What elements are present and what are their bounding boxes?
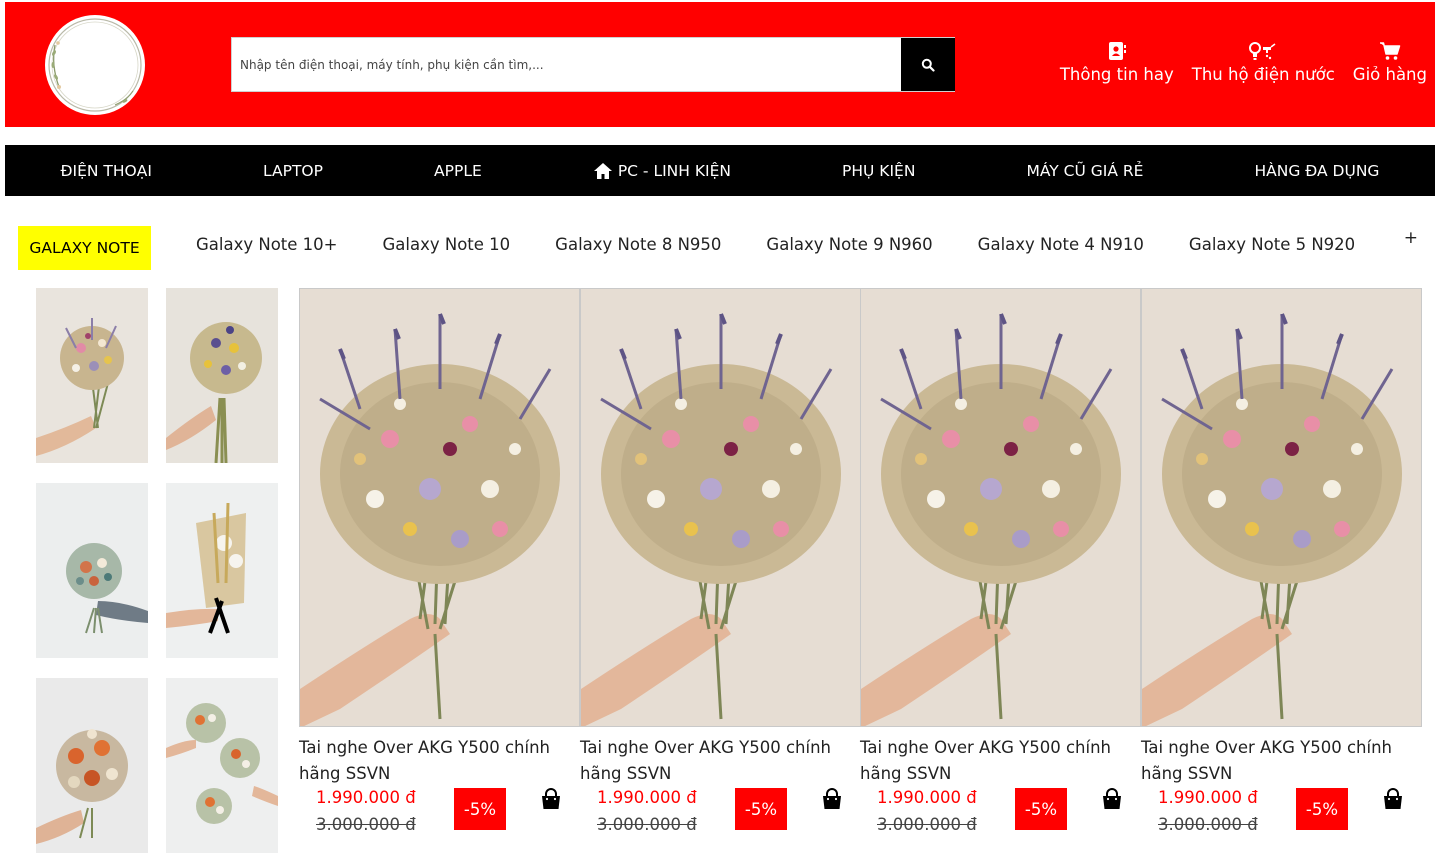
add-to-cart-button[interactable] [540,788,564,812]
flower-bouquet-image [1142,289,1421,726]
product-old-price: 3.000.000 đ [316,815,416,834]
shopping-bag-icon [542,788,560,809]
flower-bouquet-image [300,289,579,726]
product-price: 1.990.000 đ [877,788,977,807]
thumbnail-image[interactable] [36,678,148,853]
nav-item-label: ĐIỆN THOẠI [60,161,152,180]
floral-wreath-logo-icon [48,18,142,112]
product-image[interactable] [1141,288,1422,727]
flower-bouquet-image [36,483,148,658]
flower-bouquet-image [166,678,278,853]
thumbnail-image[interactable] [166,288,278,463]
product-image[interactable] [580,288,861,727]
header-link-cart-label: Giỏ hàng [1352,65,1427,84]
discount-badge: -5% [735,788,787,830]
subcategory-list: Galaxy Note 10+ Galaxy Note 10 Galaxy No… [196,226,1355,262]
search-icon [921,58,935,72]
search-box [231,37,955,92]
shopping-bag-icon [1103,788,1121,809]
subcategory-more-button[interactable]: + [1404,228,1418,248]
main-nav: ĐIỆN THOẠI LAPTOP APPLE PC - LINH KIỆN P… [5,145,1435,196]
add-to-cart-button[interactable] [821,788,845,812]
search-input[interactable] [232,38,901,91]
nav-item-label: PHỤ KIỆN [842,161,916,180]
home-icon [593,162,612,179]
header-links: Thông tin hay Thu hộ điện nước Giỏ hàng [1060,40,1427,84]
flower-bouquet-image [581,289,860,726]
subcategory-item[interactable]: Galaxy Note 10 [383,235,511,254]
product-price: 1.990.000 đ [316,788,416,807]
product-image[interactable] [860,288,1141,727]
flower-bouquet-image [166,483,278,658]
subcategory-item[interactable]: Galaxy Note 9 N960 [766,235,932,254]
thumbnail-image[interactable] [36,288,148,463]
product-name[interactable]: Tai nghe Over AKG Y500 chính hãng SSVN [1141,735,1416,787]
product-card[interactable]: Tai nghe Over AKG Y500 chính hãng SSVN 1… [580,288,861,848]
subcategory-item[interactable]: Galaxy Note 10+ [196,235,338,254]
flower-bouquet-image [36,678,148,853]
product-name[interactable]: Tai nghe Over AKG Y500 chính hãng SSVN [860,735,1135,787]
add-to-cart-button[interactable] [1101,788,1125,812]
subcategory-item[interactable]: Galaxy Note 5 N920 [1189,235,1355,254]
header-link-utility[interactable]: Thu hộ điện nước [1192,40,1335,84]
nav-item-label: PC - LINH KIỆN [617,161,731,180]
search-button[interactable] [901,38,955,91]
nav-item-accessories[interactable]: PHỤ KIỆN [842,162,915,180]
category-title: GALAXY NOTE [18,226,151,270]
category-subnav: GALAXY NOTE Galaxy Note 10+ Galaxy Note … [18,222,1428,270]
nav-item-label: HÀNG ĐA DỤNG [1254,161,1380,180]
nav-item-label: MÁY CŨ GIÁ RẺ [1026,161,1144,180]
header-link-cart[interactable]: Giỏ hàng [1353,40,1427,84]
product-card[interactable]: Tai nghe Over AKG Y500 chính hãng SSVN 1… [860,288,1141,848]
discount-badge: -5% [454,788,506,830]
flower-bouquet-image [861,289,1140,726]
product-price: 1.990.000 đ [597,788,697,807]
nav-item-pc[interactable]: PC - LINH KIỆN [593,162,731,180]
product-name[interactable]: Tai nghe Over AKG Y500 chính hãng SSVN [580,735,855,787]
add-to-cart-button[interactable] [1382,788,1406,812]
product-old-price: 3.000.000 đ [877,815,977,834]
discount-badge: -5% [1015,788,1067,830]
nav-item-apple[interactable]: APPLE [434,162,482,180]
flower-bouquet-image [166,288,278,463]
product-price: 1.990.000 đ [1158,788,1258,807]
product-card[interactable]: Tai nghe Over AKG Y500 chính hãng SSVN 1… [299,288,580,848]
bulb-faucet-icon [1249,40,1277,62]
header-link-info-label: Thông tin hay [1059,65,1174,84]
discount-badge: -5% [1296,788,1348,830]
nav-item-phones[interactable]: ĐIỆN THOẠI [61,162,152,180]
shopping-bag-icon [1384,788,1402,809]
thumbnail-image[interactable] [166,678,278,853]
product-image[interactable] [299,288,580,727]
header-link-info[interactable]: Thông tin hay [1060,40,1174,84]
thumbnail-image[interactable] [36,483,148,658]
nav-item-label: LAPTOP [263,161,323,180]
subcategory-item[interactable]: Galaxy Note 4 N910 [978,235,1144,254]
site-logo[interactable] [45,15,145,115]
product-name[interactable]: Tai nghe Over AKG Y500 chính hãng SSVN [299,735,574,787]
nav-item-label: APPLE [434,161,482,180]
shopping-bag-icon [823,788,841,809]
nav-item-laptop[interactable]: LAPTOP [263,162,323,180]
nav-item-household[interactable]: HÀNG ĐA DỤNG [1255,162,1380,180]
shopping-cart-icon [1379,40,1401,62]
product-card[interactable]: Tai nghe Over AKG Y500 chính hãng SSVN 1… [1141,288,1422,848]
flower-bouquet-image [36,288,148,463]
product-old-price: 3.000.000 đ [1158,815,1258,834]
header-link-utility-label: Thu hộ điện nước [1191,65,1335,84]
thumbnail-image[interactable] [166,483,278,658]
site-header: Thông tin hay Thu hộ điện nước [5,2,1435,127]
nav-item-used[interactable]: MÁY CŨ GIÁ RẺ [1026,162,1143,180]
subcategory-item[interactable]: Galaxy Note 8 N950 [555,235,721,254]
contact-card-icon [1107,40,1127,62]
product-old-price: 3.000.000 đ [597,815,697,834]
